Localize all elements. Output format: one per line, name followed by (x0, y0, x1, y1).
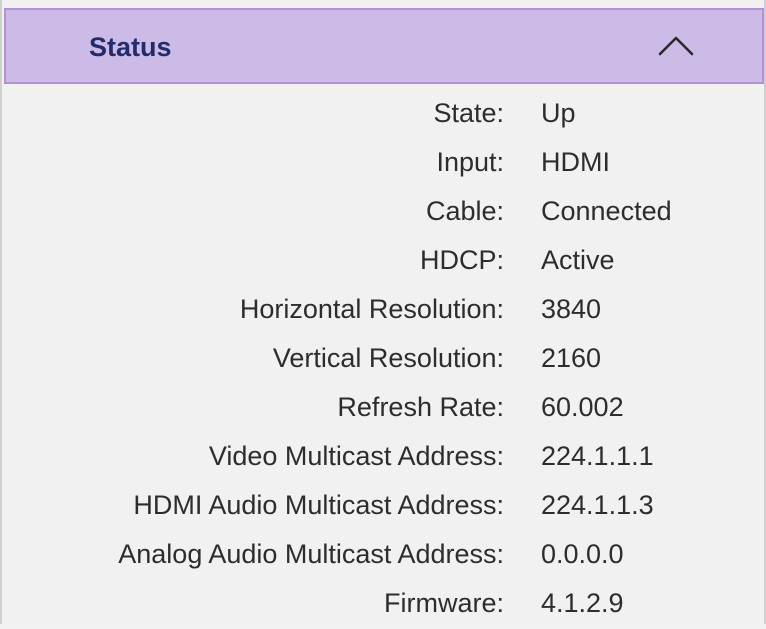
status-row-video-multicast-address: Video Multicast Address: 224.1.1.1 (2, 433, 766, 482)
row-label: HDCP: (419, 245, 504, 275)
row-label: HDMI Audio Multicast Address: (133, 490, 504, 520)
status-row-analog-audio-multicast-address: Analog Audio Multicast Address: 0.0.0.0 (2, 531, 766, 580)
section-title: Status (89, 32, 172, 62)
row-value: 3840 (541, 294, 602, 324)
row-label: Firmware: (384, 588, 504, 618)
status-row-state: State: Up (2, 90, 766, 139)
status-panel: Status State: Up Input: HDMI Cable: Conn… (0, 0, 766, 624)
row-label: Video Multicast Address: (208, 441, 504, 471)
row-value: 0.0.0.0 (541, 539, 624, 569)
row-value: 4.1.2.9 (541, 588, 624, 618)
status-row-horizontal-resolution: Horizontal Resolution: 3840 (2, 286, 766, 335)
status-row-hdcp: HDCP: Active (2, 237, 766, 286)
status-row-cable: Cable: Connected (2, 188, 766, 237)
status-rows: State: Up Input: HDMI Cable: Connected H… (2, 90, 766, 629)
chevron-up-icon[interactable] (656, 30, 696, 60)
row-label: Cable: (425, 196, 504, 226)
row-label: Refresh Rate: (337, 392, 504, 422)
status-row-input: Input: HDMI (2, 139, 766, 188)
status-row-refresh-rate: Refresh Rate: 60.002 (2, 384, 766, 433)
row-value: 224.1.1.3 (541, 490, 654, 520)
status-section-header[interactable]: Status (4, 8, 764, 84)
row-value: Up (541, 98, 576, 128)
row-label: State: (433, 98, 504, 128)
status-row-hdmi-audio-multicast-address: HDMI Audio Multicast Address: 224.1.1.3 (2, 482, 766, 531)
row-value: 2160 (541, 343, 602, 373)
row-label: Analog Audio Multicast Address: (118, 539, 504, 569)
row-label: Horizontal Resolution: (239, 294, 504, 324)
row-label: Input: (436, 147, 504, 177)
status-row-vertical-resolution: Vertical Resolution: 2160 (2, 335, 766, 384)
row-value: 224.1.1.1 (541, 441, 654, 471)
row-value: Connected (541, 196, 672, 226)
row-value: Active (541, 245, 615, 275)
status-row-firmware: Firmware: 4.1.2.9 (2, 580, 766, 629)
row-value: 60.002 (541, 392, 624, 422)
row-label: Vertical Resolution: (272, 343, 504, 373)
row-value: HDMI (541, 147, 610, 177)
